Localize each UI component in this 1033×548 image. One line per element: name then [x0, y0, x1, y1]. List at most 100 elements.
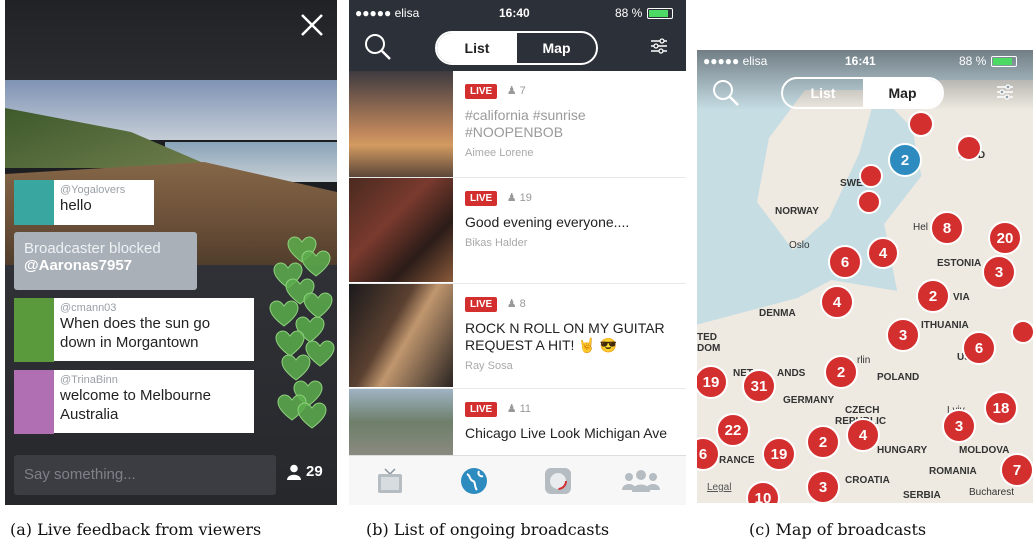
broadcast-camera-icon[interactable] — [543, 466, 573, 496]
live-badge: LIVE — [465, 402, 498, 417]
broadcast-author: Ray Sosa — [465, 360, 513, 372]
status-time: 16:40 — [499, 6, 530, 20]
comment-text: When does the sun go down in Morgantown — [60, 315, 211, 351]
map-cluster-marker[interactable] — [908, 111, 934, 137]
broadcast-thumbnail — [349, 389, 453, 455]
broadcast-row[interactable]: LIVE ♟ 19 Good evening everyone.... Bika… — [349, 178, 686, 284]
map-label-ands: ANDS — [777, 368, 806, 379]
tab-map[interactable]: Map — [517, 33, 596, 63]
view-toggle[interactable]: List Map — [781, 77, 944, 109]
broadcast-list-screen: ●●●●● elisa 16:40 88 % List Map LIVE ♟ 7… — [349, 0, 686, 505]
status-battery: 88 % — [959, 54, 987, 68]
map-label-romania: ROMANIA — [929, 466, 977, 477]
broadcast-title: Good evening everyone.... — [465, 214, 630, 230]
filter-icon[interactable] — [649, 36, 669, 56]
map-cluster-marker[interactable]: 3 — [942, 409, 976, 443]
map-cluster-marker[interactable]: 3 — [806, 470, 840, 503]
map-label-serbia: SERBIA — [903, 490, 941, 501]
map-cluster-marker[interactable] — [1011, 320, 1033, 344]
map-label-croatia: CROATIA — [845, 475, 890, 486]
search-icon[interactable] — [363, 32, 393, 62]
map-legal-link[interactable]: Legal — [707, 482, 731, 493]
map-cluster-marker[interactable]: 2 — [916, 279, 950, 313]
video-top-bar — [5, 0, 337, 80]
map-cluster-marker[interactable]: 22 — [716, 413, 750, 447]
globe-icon[interactable] — [459, 466, 489, 496]
map-label-moldova: MOLDOVA — [959, 445, 1010, 456]
viewer-count-value: 7 — [519, 85, 526, 97]
map-cluster-marker[interactable]: 3 — [886, 318, 920, 352]
map-label-dom: DOM — [697, 343, 721, 354]
avatar — [14, 370, 54, 434]
tab-list[interactable]: List — [437, 33, 517, 63]
filter-icon[interactable] — [995, 82, 1015, 102]
broadcast-row[interactable]: LIVE ♟ 8 ROCK N ROLL ON MY GUITAR REQUES… — [349, 284, 686, 389]
map-label-estonia: ESTONIA — [937, 258, 982, 269]
broadcast-author: Aimee Lorene — [465, 147, 534, 159]
map-label-poland: POLAND — [877, 372, 920, 383]
blocked-notice: Broadcaster blocked @Aaronas7957 — [14, 232, 197, 290]
map-label-bucharest: Bucharest — [969, 487, 1015, 498]
map-cluster-marker[interactable]: 20 — [988, 221, 1022, 255]
viewer-count-value: 19 — [519, 192, 532, 204]
map-cluster-marker[interactable]: 2 — [888, 143, 922, 177]
search-icon[interactable] — [711, 78, 741, 108]
viewer-count-value: 11 — [519, 403, 532, 415]
live-broadcast-screen: @Yogalovers hello Broadcaster blocked @A… — [5, 0, 337, 505]
close-icon[interactable] — [299, 12, 325, 38]
map-label-helsinki: Hel — [913, 222, 929, 233]
map-cluster-marker[interactable]: 7 — [1000, 453, 1033, 487]
map-cluster-marker[interactable]: 8 — [930, 211, 964, 245]
broadcast-thumbnail — [349, 178, 453, 282]
avatar — [14, 298, 54, 362]
heart-icon — [281, 354, 311, 381]
avatar — [14, 180, 54, 225]
viewer-count-value: 29 — [306, 463, 323, 480]
map-cluster-marker[interactable]: 19 — [762, 437, 796, 471]
comment-item: @cmann03 When does the sun go down in Mo… — [14, 298, 254, 362]
comment-input[interactable]: Say something... — [14, 455, 276, 495]
status-time: 16:41 — [845, 54, 876, 68]
map-cluster-marker[interactable]: 3 — [982, 255, 1016, 289]
viewer-count: ♟ 19 — [506, 192, 532, 204]
map-cluster-marker[interactable] — [859, 164, 883, 188]
map-cluster-marker[interactable]: 31 — [742, 369, 776, 403]
map-cluster-marker[interactable]: 4 — [820, 285, 854, 319]
map-label-czech: CZECH — [845, 405, 880, 416]
people-icon[interactable] — [619, 468, 663, 494]
map-cluster-marker[interactable]: 4 — [846, 418, 880, 452]
broadcast-map-screen: ●●●●● elisa 16:41 88 % List Map SWED FI … — [697, 50, 1033, 503]
map-cluster-marker[interactable] — [956, 135, 982, 161]
view-toggle[interactable]: List Map — [435, 31, 598, 65]
map-label-latvia: VIA — [953, 292, 970, 303]
map-cluster-marker[interactable]: 2 — [806, 425, 840, 459]
map-cluster-marker[interactable] — [857, 190, 881, 214]
broadcast-row[interactable]: LIVE ♟ 11 Chicago Live Look Michigan Ave — [349, 389, 686, 455]
tab-list[interactable]: List — [783, 79, 863, 107]
broadcast-thumbnail — [349, 71, 453, 177]
map-label-berlin: rlin — [857, 355, 871, 366]
tv-icon[interactable] — [375, 466, 405, 496]
map-cluster-marker[interactable]: 4 — [867, 237, 899, 269]
live-badge: LIVE — [465, 84, 498, 99]
map-label-ted: TED — [697, 332, 717, 343]
map-cluster-marker[interactable]: 6 — [828, 245, 862, 279]
blocked-notice-text: Broadcaster blocked — [24, 240, 161, 257]
broadcast-row[interactable]: LIVE ♟ 7 #california #sunrise #NOOPENBOB… — [349, 71, 686, 178]
comment-username: @TrinaBinn — [60, 374, 118, 386]
caption-b: (b) List of ongoing broadcasts — [366, 520, 610, 539]
map-cluster-marker[interactable]: 2 — [824, 355, 858, 389]
map-label-rance: RANCE — [719, 455, 755, 466]
battery-icon — [647, 8, 673, 19]
map-land — [757, 90, 877, 250]
map-cluster-marker[interactable]: 6 — [962, 331, 996, 365]
comment-text: welcome to Melbourne Australia — [60, 387, 211, 423]
tab-map[interactable]: Map — [863, 79, 942, 107]
battery-icon — [991, 56, 1017, 67]
viewer-count: ♟ 11 — [506, 403, 532, 415]
map-cluster-marker[interactable]: 18 — [984, 391, 1018, 425]
tab-bar — [349, 455, 686, 505]
comment-input-placeholder: Say something... — [24, 466, 136, 483]
viewer-count: 29 — [287, 463, 323, 480]
broadcast-title: Chicago Live Look Michigan Ave — [465, 425, 668, 441]
